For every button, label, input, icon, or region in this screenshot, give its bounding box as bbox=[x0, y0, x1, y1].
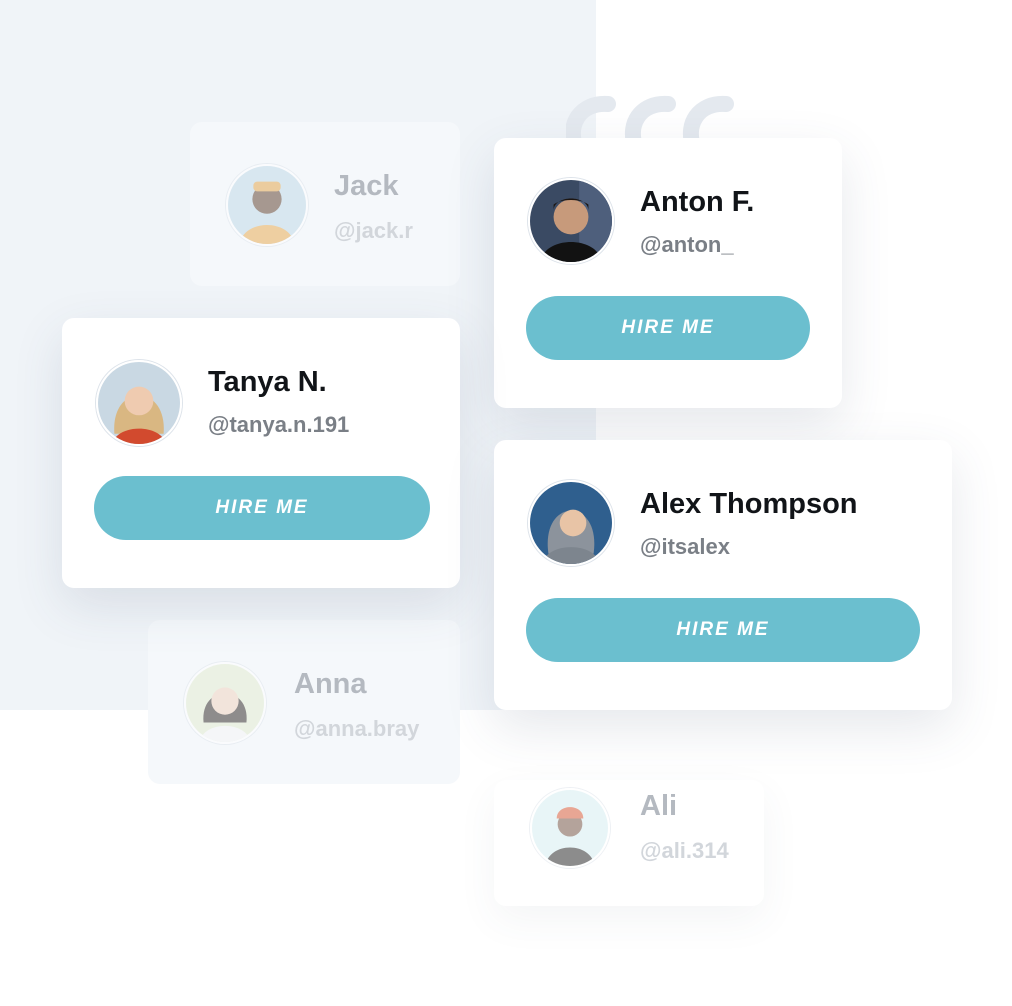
profile-name: Anton F. bbox=[640, 186, 755, 218]
avatar bbox=[226, 164, 308, 246]
profile-handle: @itsalex bbox=[640, 534, 730, 559]
profile-name: Tanya N. bbox=[208, 366, 327, 398]
hire-me-button[interactable]: HIRE ME bbox=[526, 598, 920, 662]
profile-card-tanya[interactable]: Tanya N. @tanya.n.191 HIRE ME bbox=[62, 318, 460, 588]
profile-card-ali[interactable]: Ali @ali.314 bbox=[494, 780, 764, 906]
profile-handle: @jack.r bbox=[334, 218, 413, 243]
avatar bbox=[184, 662, 266, 744]
profile-card-anna[interactable]: Anna @anna.bray bbox=[148, 620, 460, 784]
profile-card-alex[interactable]: Alex Thompson @itsalex HIRE ME bbox=[494, 440, 952, 710]
profile-name: Ali bbox=[640, 790, 678, 822]
profile-card-anton[interactable]: Anton F. @anton_ HIRE ME bbox=[494, 138, 842, 408]
hire-me-button[interactable]: HIRE ME bbox=[526, 296, 810, 360]
avatar bbox=[528, 178, 614, 264]
avatar bbox=[528, 480, 614, 566]
avatar bbox=[530, 788, 610, 868]
avatar bbox=[96, 360, 182, 446]
profile-name: Alex Thompson bbox=[640, 488, 858, 520]
profile-handle: @tanya.n.191 bbox=[208, 412, 350, 437]
profile-name: Anna bbox=[294, 668, 367, 700]
profile-handle: @anna.bray bbox=[294, 716, 420, 741]
hire-me-button[interactable]: HIRE ME bbox=[94, 476, 430, 540]
profile-handle: @ali.314 bbox=[640, 838, 729, 863]
profile-name: Jack bbox=[334, 170, 399, 202]
profile-card-jack[interactable]: Jack @jack.r bbox=[190, 122, 460, 286]
profile-handle: @anton_ bbox=[640, 232, 734, 257]
